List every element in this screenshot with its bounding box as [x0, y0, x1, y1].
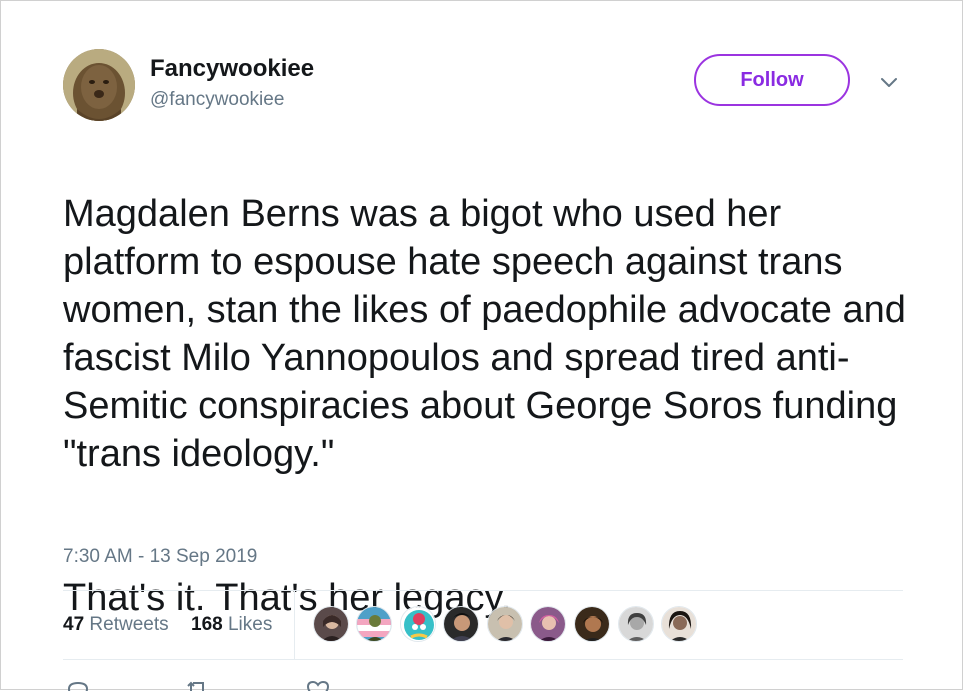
- tweet-actions: [63, 679, 363, 691]
- liker-avatar[interactable]: [443, 606, 479, 642]
- liker-avatar[interactable]: [487, 606, 523, 642]
- likes-count: 168: [191, 614, 223, 635]
- chevron-down-icon[interactable]: [877, 71, 901, 95]
- liker-avatar[interactable]: [356, 606, 392, 642]
- wookiee-avatar-image: [63, 49, 135, 121]
- liker-avatar[interactable]: [313, 606, 349, 642]
- likes-label: Likes: [227, 614, 273, 635]
- retweets-count: 47: [63, 614, 85, 635]
- tweet-paragraph: Magdalen Berns was a bigot who used her …: [63, 193, 906, 475]
- author-handle[interactable]: @fancywookiee: [150, 89, 284, 111]
- stats-divider: [294, 591, 295, 659]
- tweet-timestamp[interactable]: 7:30 AM - 13 Sep 2019: [63, 545, 257, 569]
- follow-button[interactable]: Follow: [694, 54, 850, 106]
- author-avatar[interactable]: [63, 49, 135, 121]
- retweets-stat[interactable]: 47 Retweets: [63, 613, 169, 637]
- author-display-name[interactable]: Fancywookiee: [150, 55, 314, 83]
- tweet-stats: 47 Retweets 168 Likes: [63, 591, 903, 659]
- tweet-card: Fancywookiee @fancywookiee Follow Magdal…: [0, 0, 963, 691]
- retweet-icon[interactable]: [185, 679, 211, 691]
- like-icon[interactable]: [305, 679, 331, 691]
- likes-stat[interactable]: 168 Likes: [191, 613, 272, 637]
- divider: [63, 659, 903, 660]
- liker-avatar[interactable]: [661, 606, 697, 642]
- liker-avatar[interactable]: [400, 606, 436, 642]
- liker-avatar[interactable]: [618, 606, 654, 642]
- reply-icon[interactable]: [65, 679, 91, 691]
- liker-avatar[interactable]: [574, 606, 610, 642]
- retweets-label: Retweets: [89, 614, 169, 635]
- liker-avatar[interactable]: [530, 606, 566, 642]
